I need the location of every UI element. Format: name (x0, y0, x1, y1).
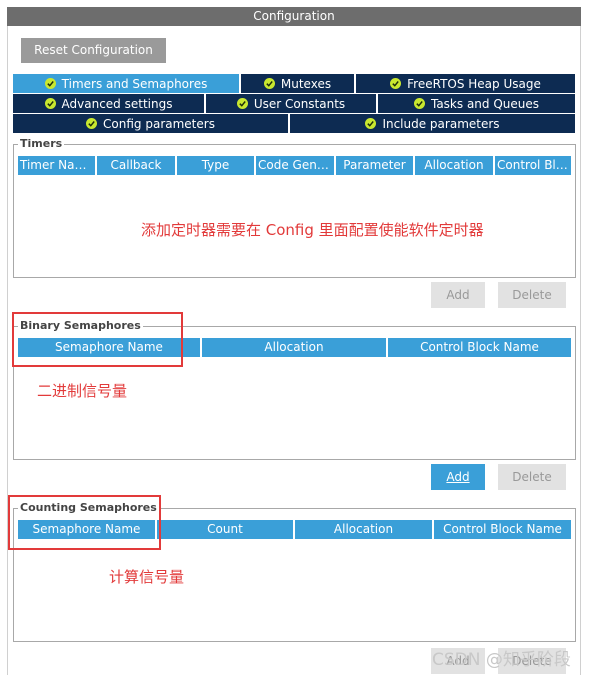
frame-border-right (580, 26, 581, 675)
window-title-bar: Configuration (7, 7, 581, 26)
tab-include-parameters[interactable]: Include parameters (290, 114, 575, 133)
binary-add-button[interactable]: Add (431, 464, 485, 490)
timers-table-header: Timer Name Callback Type Code Gene... Pa… (18, 156, 571, 175)
column-header[interactable]: Timer Name (18, 156, 97, 175)
tab-timers-and-semaphores[interactable]: Timers and Semaphores (13, 74, 241, 93)
tab-advanced-settings[interactable]: Advanced settings (13, 94, 206, 113)
tab-label: FreeRTOS Heap Usage (407, 76, 541, 91)
check-icon (44, 98, 56, 109)
tab-config-parameters[interactable]: Config parameters (13, 114, 290, 133)
column-header[interactable]: Control Block Name (434, 520, 571, 539)
check-icon (390, 78, 402, 89)
check-icon (236, 98, 248, 109)
check-icon (263, 78, 275, 89)
timers-group: Timers Timer Name Callback Type Code Gen… (13, 138, 576, 278)
column-header[interactable]: Control Block Name (388, 338, 571, 357)
tab-user-constants[interactable]: User Constants (206, 94, 378, 113)
tab-row-2: Advanced settings User Constants Tasks a… (13, 94, 575, 113)
tab-label: User Constants (253, 96, 346, 111)
tab-row-3: Config parameters Include parameters (13, 114, 575, 133)
tab-row-1: Timers and Semaphores Mutexes FreeRTOS H… (13, 74, 575, 93)
reset-configuration-button[interactable]: Reset Configuration (21, 38, 166, 63)
tab-label: Tasks and Queues (430, 96, 540, 111)
tab-freertos-heap-usage[interactable]: FreeRTOS Heap Usage (356, 74, 575, 93)
tab-label: Advanced settings (61, 96, 173, 111)
timers-delete-button[interactable]: Delete (498, 282, 566, 308)
binary-delete-button[interactable]: Delete (498, 464, 566, 490)
timers-add-button[interactable]: Add (431, 282, 485, 308)
timers-annotation: 添加定时器需要在 Config 里面配置使能软件定时器 (141, 221, 484, 239)
binary-highlight-box (12, 312, 183, 367)
column-header[interactable]: Allocation (415, 156, 495, 175)
column-header[interactable]: Control Blo... (495, 156, 571, 175)
tab-label: Config parameters (103, 116, 215, 131)
column-header[interactable]: Parameter (336, 156, 415, 175)
column-header[interactable]: Count (157, 520, 295, 539)
tab-mutexes[interactable]: Mutexes (241, 74, 356, 93)
check-icon (86, 118, 98, 129)
binary-annotation: 二进制信号量 (37, 382, 128, 400)
column-header[interactable]: Code Gene... (256, 156, 336, 175)
counting-highlight-box (8, 495, 161, 550)
counting-annotation: 计算信号量 (109, 568, 185, 586)
check-icon (413, 98, 425, 109)
tab-label: Timers and Semaphores (61, 76, 208, 91)
check-icon (365, 118, 377, 129)
check-icon (44, 78, 56, 89)
timers-legend: Timers (20, 137, 63, 150)
column-header[interactable]: Type (177, 156, 256, 175)
frame-border-left (7, 26, 8, 675)
watermark: CSDN @知乎阶段 (432, 650, 571, 670)
column-header[interactable]: Callback (97, 156, 177, 175)
column-header[interactable]: Allocation (295, 520, 434, 539)
tab-tasks-and-queues[interactable]: Tasks and Queues (378, 94, 575, 113)
tab-label: Mutexes (280, 76, 332, 91)
column-header[interactable]: Allocation (202, 338, 388, 357)
tab-label: Include parameters (382, 116, 500, 131)
